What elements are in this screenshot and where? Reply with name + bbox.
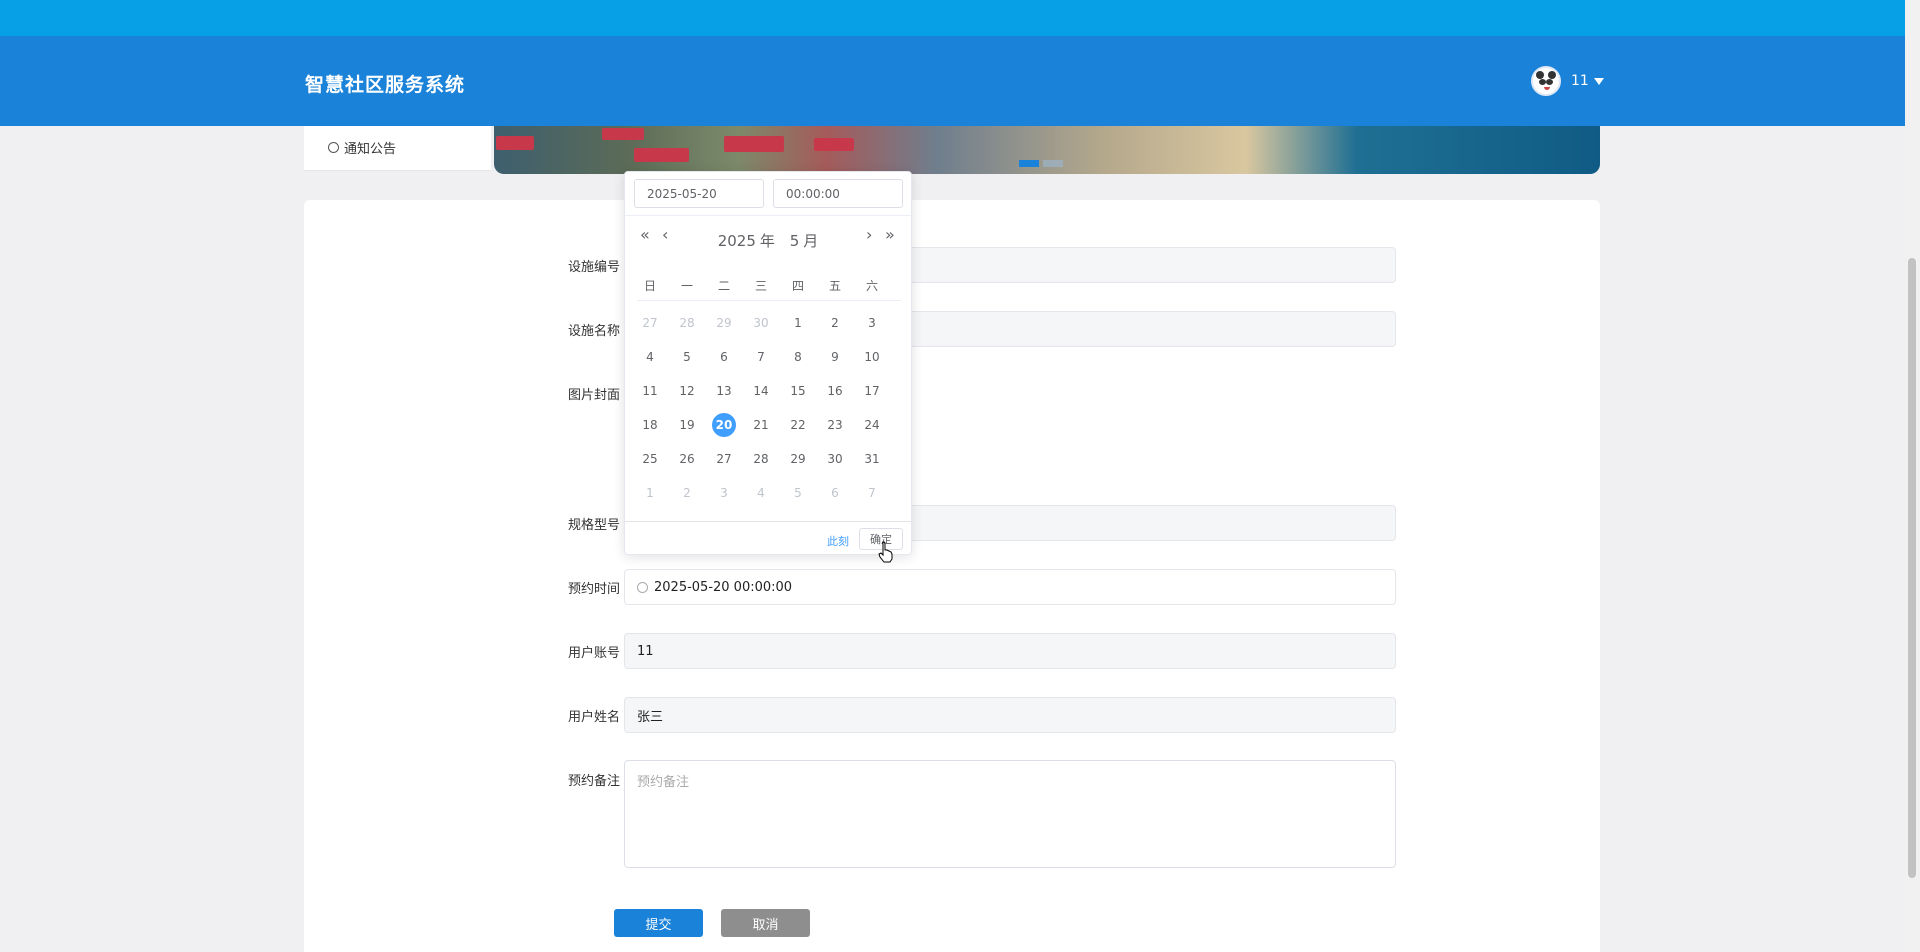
calendar-day[interactable]: 29 (712, 311, 736, 335)
carousel-indicators (1019, 160, 1063, 167)
picker-time-input[interactable]: 00:00:00 (773, 179, 903, 208)
calendar-day[interactable]: 30 (823, 447, 847, 471)
weekday-header: 一 (680, 279, 693, 293)
calendar-day[interactable]: 18 (638, 413, 662, 437)
calendar-day[interactable]: 1 (786, 311, 810, 335)
booking-remark-textarea[interactable]: 预约备注 (624, 760, 1396, 868)
calendar-day[interactable]: 17 (860, 379, 884, 403)
calendar-day[interactable]: 31 (860, 447, 884, 471)
notice-icon (328, 142, 339, 153)
calendar-day[interactable]: 23 (823, 413, 847, 437)
calendar-day[interactable]: 7 (860, 481, 884, 505)
calendar-day[interactable]: 27 (638, 311, 662, 335)
calendar-day-selected[interactable]: 20 (712, 413, 736, 437)
calendar-day[interactable]: 6 (823, 481, 847, 505)
weekday-header: 五 (828, 279, 841, 293)
weekday-header: 六 (865, 279, 878, 293)
now-button[interactable]: 此刻 (827, 533, 849, 549)
calendar-day[interactable]: 2 (823, 311, 847, 335)
calendar-day[interactable]: 11 (638, 379, 662, 403)
calendar-day[interactable]: 5 (675, 345, 699, 369)
scrollbar-thumb[interactable] (1908, 258, 1916, 878)
label-facility-name: 设施名称 (568, 324, 621, 339)
banner-carousel[interactable] (494, 126, 1600, 174)
calendar-day[interactable]: 22 (786, 413, 810, 437)
datetime-picker: 2025-05-20 00:00:00 « ‹ 2025 年 5月 › » 日一二… (624, 171, 912, 555)
picker-year[interactable]: 2025 (718, 232, 756, 250)
calendar-day[interactable]: 9 (823, 345, 847, 369)
calendar-day[interactable]: 12 (675, 379, 699, 403)
calendar-day[interactable]: 19 (675, 413, 699, 437)
label-user-account: 用户账号 (568, 646, 621, 661)
calendar-day[interactable]: 16 (823, 379, 847, 403)
sidebar-item-label: 通知公告 (344, 142, 397, 157)
calendar-day[interactable]: 29 (786, 447, 810, 471)
weekday-header: 四 (791, 279, 804, 293)
weekday-divider (637, 300, 901, 301)
calendar-day[interactable]: 21 (749, 413, 773, 437)
calendar-day[interactable]: 1 (638, 481, 662, 505)
calendar-day[interactable]: 6 (712, 345, 736, 369)
site-title: 智慧社区服务系统 (305, 74, 466, 96)
cancel-button[interactable]: 取消 (721, 909, 810, 937)
calendar-day[interactable]: 15 (786, 379, 810, 403)
picker-month-unit: 月 (803, 232, 819, 250)
calendar-day[interactable]: 24 (860, 413, 884, 437)
next-year-icon[interactable]: » (885, 227, 895, 243)
picker-footer-divider (625, 521, 911, 522)
calendar-day[interactable]: 7 (749, 345, 773, 369)
label-booking-remark: 预约备注 (568, 774, 621, 789)
booking-time-field[interactable]: 2025-05-20 00:00:00 (624, 569, 1396, 605)
calendar-day[interactable]: 4 (749, 481, 773, 505)
user-name-field[interactable]: 张三 (624, 697, 1396, 733)
picker-date-input[interactable]: 2025-05-20 (634, 179, 764, 208)
submit-button[interactable]: 提交 (614, 909, 703, 937)
carousel-dot[interactable] (1019, 160, 1039, 167)
label-facility-code: 设施编号 (568, 260, 621, 275)
picker-year-unit: 年 (759, 232, 775, 250)
sidebar: 通知公告 (304, 126, 491, 171)
top-strip (0, 0, 1905, 36)
weekday-header: 日 (643, 279, 656, 293)
next-month-icon[interactable]: › (866, 227, 872, 243)
calendar-day[interactable]: 30 (749, 311, 773, 335)
calendar-day[interactable]: 25 (638, 447, 662, 471)
user-account-field[interactable]: 11 (624, 633, 1396, 669)
picker-month[interactable]: 5 (790, 232, 800, 250)
calendar-day[interactable]: 28 (675, 311, 699, 335)
caret-down-icon[interactable] (1593, 77, 1604, 85)
calendar-day[interactable]: 3 (860, 311, 884, 335)
user-name[interactable]: 11 (1571, 73, 1589, 89)
calendar-day[interactable]: 14 (749, 379, 773, 403)
calendar-day[interactable]: 26 (675, 447, 699, 471)
calendar-day[interactable]: 5 (786, 481, 810, 505)
calendar-day[interactable]: 3 (712, 481, 736, 505)
user-menu[interactable]: 11 (1531, 66, 1604, 96)
label-spec-model: 规格型号 (568, 518, 621, 533)
weekday-header: 二 (717, 279, 730, 293)
calendar-day[interactable]: 2 (675, 481, 699, 505)
avatar[interactable] (1531, 66, 1561, 96)
calendar-day[interactable]: 4 (638, 345, 662, 369)
carousel-dot[interactable] (1043, 160, 1063, 167)
label-user-name: 用户姓名 (568, 710, 621, 725)
header-bar: 智慧社区服务系统 11 (0, 36, 1905, 126)
calendar-day[interactable]: 8 (786, 345, 810, 369)
calendar-day[interactable]: 10 (860, 345, 884, 369)
weekday-header: 三 (754, 279, 767, 293)
calendar-day[interactable]: 28 (749, 447, 773, 471)
picker-divider (625, 215, 911, 216)
booking-time-value: 2025-05-20 00:00:00 (654, 579, 793, 595)
calendar-day[interactable]: 27 (712, 447, 736, 471)
label-booking-time: 预约时间 (568, 582, 621, 597)
sidebar-item-notice[interactable]: 通知公告 (328, 138, 396, 157)
label-cover-image: 图片封面 (568, 388, 621, 403)
calendar-day[interactable]: 13 (712, 379, 736, 403)
clock-icon (637, 581, 648, 593)
pointer-cursor-icon (878, 541, 893, 563)
